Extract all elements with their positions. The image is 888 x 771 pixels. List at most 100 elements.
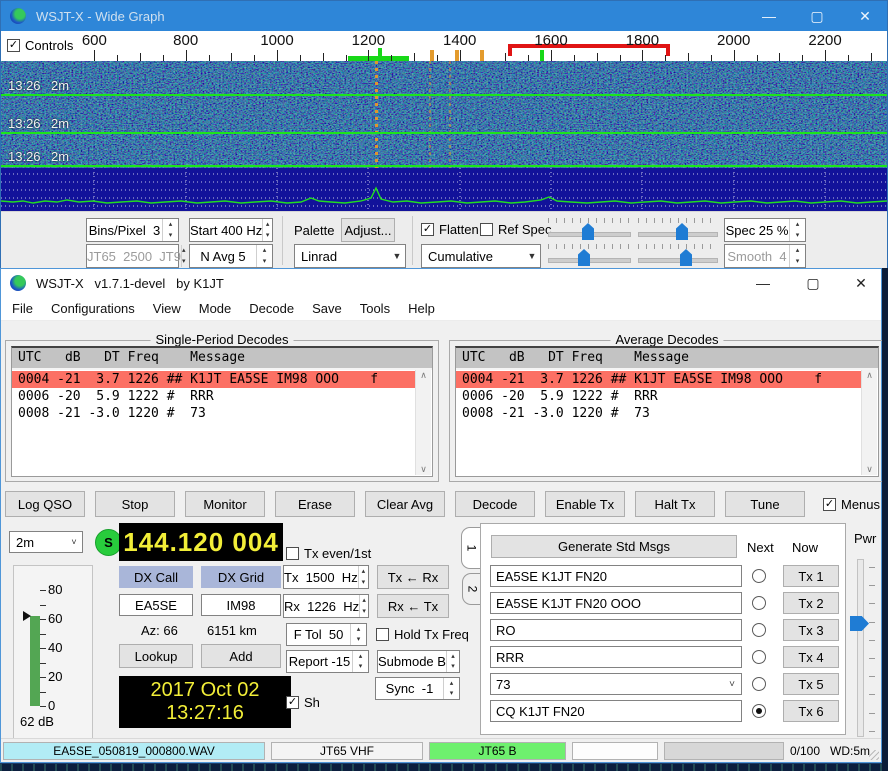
spinner-arrows[interactable]: ▴▾ [256, 245, 272, 267]
dx-grid-field[interactable]: IM98 [201, 594, 281, 616]
report-spinner[interactable]: Report -15 ▴▾ [286, 650, 369, 673]
tx1-message-field[interactable]: EA5SE K1JT FN20 [490, 565, 742, 587]
display-mode-dropdown[interactable]: Cumulative ▼ [421, 244, 541, 268]
decode-row[interactable]: 0006 -20 5.9 1222 # RRR [456, 388, 862, 405]
spinner-arrows[interactable]: ▴▾ [789, 219, 805, 241]
palette-dropdown[interactable]: Linrad ▼ [294, 244, 406, 268]
tx5-now-button[interactable]: Tx 5 [783, 673, 839, 695]
frequency-scale[interactable]: ✓ Controls 60080010001200140016001800200… [1, 31, 887, 61]
tx3-now-button[interactable]: Tx 3 [783, 619, 839, 641]
spec-percent-spinner[interactable]: Spec 25 % ▴▾ [724, 218, 806, 242]
menu-mode[interactable]: Mode [190, 301, 241, 316]
resize-grip[interactable] [869, 750, 879, 760]
tx5-message-combo[interactable]: 73 ˅ [490, 673, 742, 695]
menu-help[interactable]: Help [399, 301, 444, 316]
add-button[interactable]: Add [201, 644, 281, 668]
close-icon[interactable]: ✕ [845, 1, 885, 31]
decode-button[interactable]: Decode [455, 491, 535, 517]
pwr-slider-handle[interactable] [850, 616, 869, 631]
enable-tx-button[interactable]: Enable Tx [545, 491, 625, 517]
spinner-arrows[interactable]: ▴▾ [359, 595, 368, 617]
tx2-now-button[interactable]: Tx 2 [783, 592, 839, 614]
menu-view[interactable]: View [144, 301, 190, 316]
maximize-icon[interactable]: ▢ [793, 268, 833, 298]
scroll-up-icon[interactable]: ∧ [420, 370, 427, 381]
tx4-now-button[interactable]: Tx 4 [783, 646, 839, 668]
menu-configurations[interactable]: Configurations [42, 301, 144, 316]
sh-checkbox[interactable]: ✓ Sh [286, 695, 320, 710]
flatten-checkbox[interactable]: ✓ Flatten [421, 222, 479, 237]
decode-row[interactable]: 0008 -21 -3.0 1220 # 73 [456, 405, 862, 422]
spinner-arrows[interactable]: ▴▾ [358, 566, 368, 588]
maximize-icon[interactable]: ▢ [797, 1, 837, 31]
lookup-button[interactable]: Lookup [119, 644, 193, 668]
tx6-message-field[interactable]: CQ K1JT FN20 [490, 700, 742, 722]
dx-call-field[interactable]: EA5SE [119, 594, 193, 616]
scrollbar[interactable]: ∧∨ [861, 370, 877, 475]
scroll-down-icon[interactable]: ∨ [866, 464, 873, 475]
menus-checkbox-box[interactable]: ✓ [823, 498, 836, 511]
halt-tx-button[interactable]: Halt Tx [635, 491, 715, 517]
tune-button[interactable]: Tune [725, 491, 805, 517]
frequency-display[interactable]: 144.120 004 [119, 523, 283, 561]
gain-slider-4[interactable] [638, 244, 718, 268]
slider-handle[interactable] [582, 223, 594, 240]
tab-2[interactable]: 2 [462, 573, 481, 605]
controls-checkbox[interactable]: ✓ Controls [7, 38, 73, 53]
scroll-down-icon[interactable]: ∨ [420, 464, 427, 475]
close-icon[interactable]: ✕ [841, 268, 881, 298]
hold-tx-freq-checkbox-box[interactable] [376, 628, 389, 641]
start-hz-spinner[interactable]: Start 400 Hz ▴▾ [189, 218, 273, 242]
menu-decode[interactable]: Decode [240, 301, 303, 316]
main-titlebar[interactable]: WSJT-X v1.7.1-devel by K1JT — ▢ ✕ [1, 269, 881, 297]
sh-checkbox-box[interactable]: ✓ [286, 696, 299, 709]
erase-button[interactable]: Erase [275, 491, 355, 517]
slider-handle[interactable] [676, 223, 688, 240]
controls-checkbox-box[interactable]: ✓ [7, 39, 20, 52]
spinner-arrows[interactable]: ▴▾ [443, 678, 459, 699]
monitor-button[interactable]: Monitor [185, 491, 265, 517]
ref-spec-checkbox[interactable]: Ref Spec [480, 222, 551, 237]
bins-pixel-spinner[interactable]: Bins/Pixel 3 ▴▾ [86, 218, 179, 242]
minimize-icon[interactable]: — [743, 268, 783, 298]
submode-spinner[interactable]: Submode B ▴▾ [377, 650, 460, 673]
sync-spinner[interactable]: Sync -1 ▴▾ [375, 677, 460, 700]
spinner-arrows[interactable]: ▴▾ [262, 219, 272, 241]
decode-row[interactable]: 0004 -21 3.7 1226 ## K1JT EA5SE IM98 OOO… [12, 371, 416, 388]
menus-checkbox[interactable]: ✓ Menus [823, 497, 880, 512]
f-tol-spinner[interactable]: F Tol 50 ▴▾ [286, 623, 367, 646]
tx2-next-radio[interactable] [752, 596, 766, 610]
tx6-next-radio[interactable] [752, 704, 766, 718]
tx3-next-radio[interactable] [752, 623, 766, 637]
tx-from-rx-button[interactable]: Tx ← Rx [377, 565, 449, 589]
rx-freq-spinner[interactable]: Rx 1226 Hz ▴▾ [283, 594, 369, 618]
gain-slider-1[interactable] [548, 218, 631, 242]
n-avg-spinner[interactable]: N Avg 5 ▴▾ [189, 244, 273, 268]
ref-spec-checkbox-box[interactable] [480, 223, 493, 236]
single-period-decodes-table[interactable]: UTC dB DT Freq Message 0004 -21 3.7 1226… [11, 346, 433, 477]
tx5-next-radio[interactable] [752, 677, 766, 691]
gain-slider-3[interactable] [548, 244, 631, 268]
stop-button[interactable]: Stop [95, 491, 175, 517]
band-selector[interactable]: 2m ˅ [9, 531, 83, 553]
tx-freq-spinner[interactable]: Tx 1500 Hz ▴▾ [283, 565, 369, 589]
scrollbar[interactable]: ∧∨ [415, 370, 431, 475]
log-qso-button[interactable]: Log QSO [5, 491, 85, 517]
generate-std-msgs-button[interactable]: Generate Std Msgs [491, 535, 737, 558]
tab-1[interactable]: 1 [461, 527, 481, 569]
gain-slider-2[interactable] [638, 218, 718, 242]
menu-tools[interactable]: Tools [351, 301, 399, 316]
menu-file[interactable]: File [3, 301, 42, 316]
spinner-arrows[interactable]: ▴▾ [352, 651, 368, 672]
tx4-message-field[interactable]: RRR [490, 646, 742, 668]
spinner-arrows[interactable]: ▴▾ [162, 219, 178, 241]
dx-call-button[interactable]: DX Call [119, 566, 193, 588]
slider-handle[interactable] [680, 249, 692, 266]
decode-row[interactable]: 0008 -21 -3.0 1220 # 73 [12, 405, 416, 422]
status-s-button[interactable]: S [95, 529, 122, 556]
scroll-up-icon[interactable]: ∧ [866, 370, 873, 381]
tx6-now-button[interactable]: Tx 6 [783, 700, 839, 722]
average-decodes-table[interactable]: UTC dB DT Freq Message 0004 -21 3.7 1226… [455, 346, 879, 477]
menu-save[interactable]: Save [303, 301, 351, 316]
slider-handle[interactable] [578, 249, 590, 266]
